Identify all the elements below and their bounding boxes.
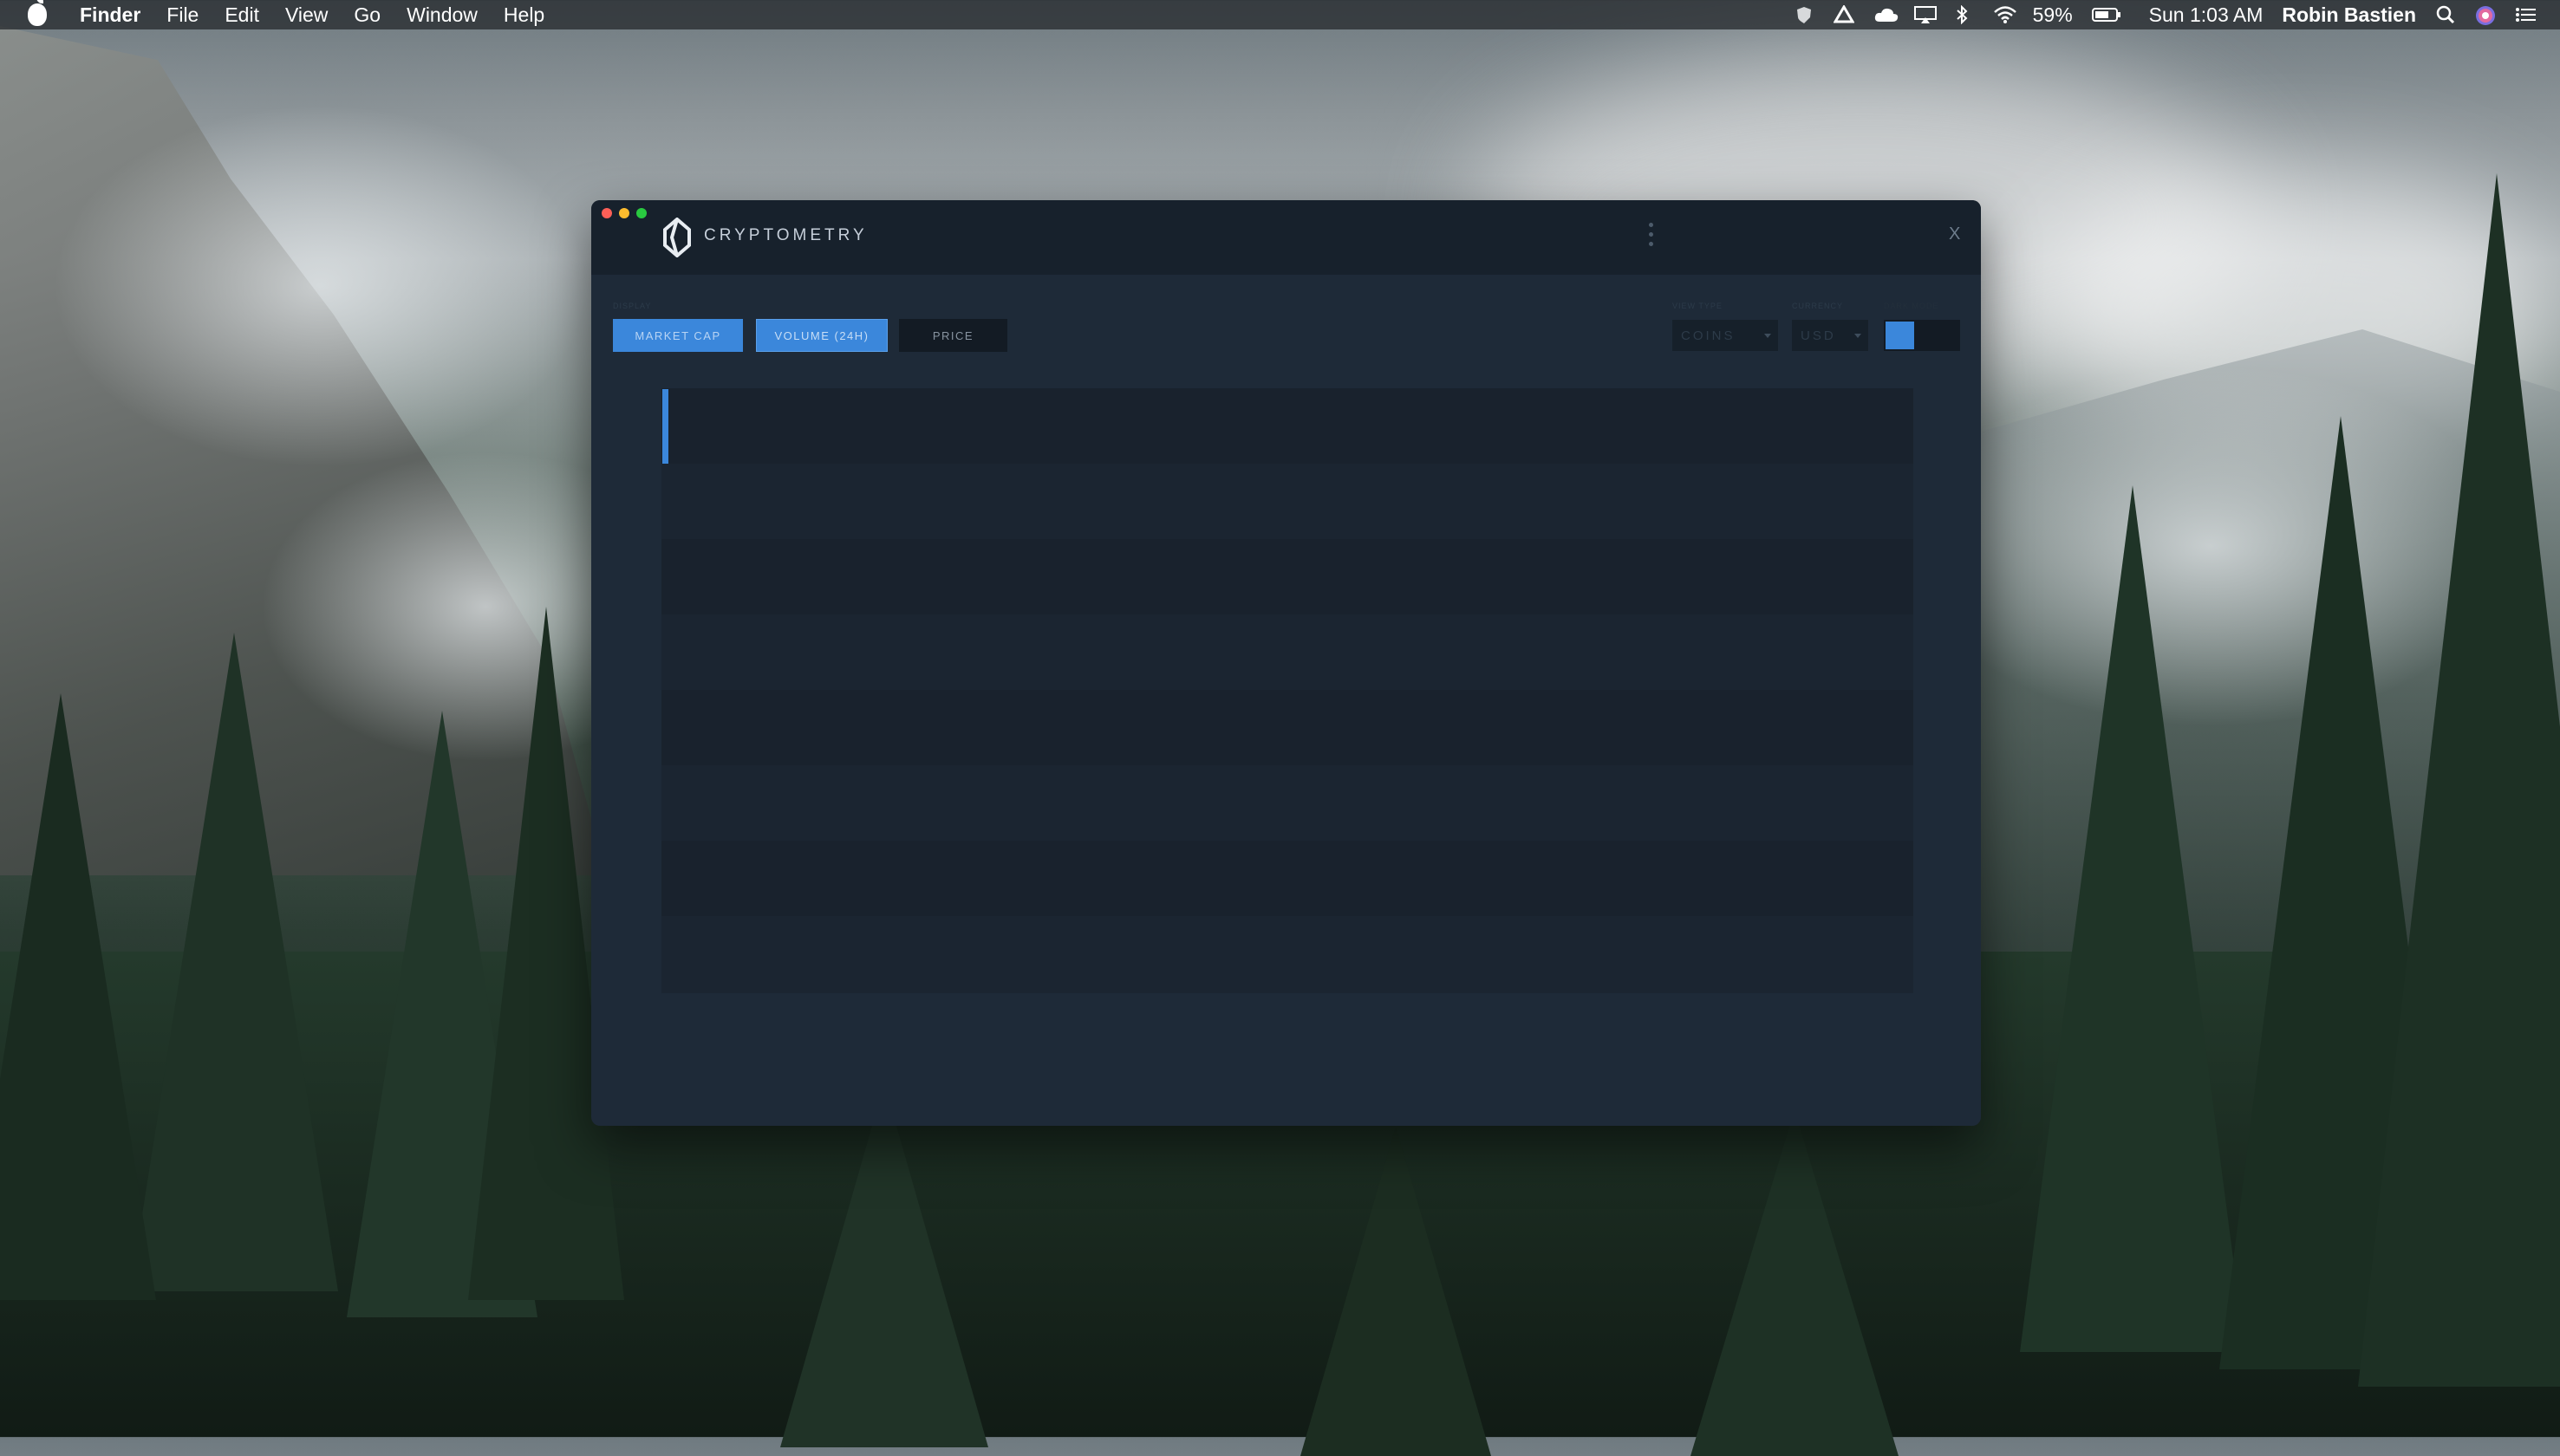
- display-label: DISPLAY: [613, 302, 652, 310]
- toggle-knob[interactable]: [1886, 322, 1914, 349]
- menu-go[interactable]: Go: [354, 3, 381, 27]
- list-item[interactable]: [661, 464, 1913, 539]
- close-app-button[interactable]: X: [1949, 224, 1960, 244]
- zoom-window-button[interactable]: [636, 208, 647, 218]
- title-bar[interactable]: CRYPTOMETRY X: [591, 200, 1981, 275]
- apple-menu-icon[interactable]: [28, 0, 47, 26]
- list-item[interactable]: [661, 539, 1913, 614]
- view-type-value: COINS: [1681, 328, 1736, 343]
- list-item[interactable]: [661, 841, 1913, 916]
- currency-value: USD: [1801, 328, 1836, 343]
- list-item[interactable]: [661, 765, 1913, 841]
- pine-tree: [780, 1083, 988, 1447]
- app-window: CRYPTOMETRY X DISPLAY MARKET CAP VOLUME …: [591, 200, 1981, 1126]
- antivirus-icon[interactable]: [1794, 5, 1814, 24]
- cloud-icon[interactable]: [1873, 5, 1898, 24]
- airplay-icon[interactable]: [1913, 5, 1937, 24]
- selection-indicator: [662, 389, 668, 464]
- list-item[interactable]: [661, 690, 1913, 765]
- menu-file[interactable]: File: [166, 3, 199, 27]
- view-type-label: VIEW TYPE: [1672, 302, 1723, 310]
- brand-title: CRYPTOMETRY: [704, 226, 868, 244]
- user-name[interactable]: Robin Bastien: [2282, 3, 2416, 27]
- market-cap-button[interactable]: MARKET CAP: [613, 319, 743, 352]
- currency-select[interactable]: USD: [1792, 320, 1868, 351]
- toggle-label: DARK MODE: [1884, 302, 1939, 310]
- chevron-down-icon: [1764, 334, 1771, 338]
- price-button[interactable]: PRICE: [899, 319, 1007, 352]
- pine-tree: [0, 693, 156, 1300]
- drive-icon[interactable]: [1833, 4, 1855, 24]
- chevron-down-icon: [1854, 334, 1861, 338]
- battery-icon[interactable]: [2091, 5, 2121, 24]
- pine-tree: [1690, 1109, 1899, 1456]
- currency-label: CURRENCY: [1792, 302, 1844, 310]
- fog: [52, 104, 590, 468]
- bluetooth-icon[interactable]: [1953, 4, 1974, 25]
- siri-icon[interactable]: [2475, 5, 2496, 25]
- menu-bar: Finder File Edit View Go Window Help 59%…: [0, 0, 2560, 29]
- view-type-select[interactable]: COINS: [1672, 320, 1778, 351]
- list-item[interactable]: [661, 614, 1913, 690]
- spotlight-icon[interactable]: [2435, 5, 2456, 24]
- menu-view[interactable]: View: [285, 3, 328, 27]
- more-options-icon[interactable]: [1647, 223, 1654, 254]
- close-window-button[interactable]: [602, 208, 612, 218]
- minimize-window-button[interactable]: [619, 208, 629, 218]
- list-item[interactable]: [661, 916, 1913, 993]
- pine-tree: [2020, 485, 2245, 1352]
- wifi-icon[interactable]: [1993, 5, 2016, 24]
- menu-help[interactable]: Help: [504, 3, 544, 27]
- mode-toggle[interactable]: [1884, 320, 1960, 351]
- menu-app-finder[interactable]: Finder: [80, 3, 140, 27]
- list-item[interactable]: [661, 388, 1913, 464]
- menu-edit[interactable]: Edit: [225, 3, 259, 27]
- menu-window[interactable]: Window: [407, 3, 478, 27]
- notification-center-icon[interactable]: [2515, 5, 2536, 24]
- pine-tree: [2358, 173, 2560, 1387]
- clock[interactable]: Sun 1:03 AM: [2149, 3, 2264, 27]
- volume-24h-button[interactable]: VOLUME (24H): [756, 319, 888, 352]
- chart-panel: [661, 388, 1913, 993]
- pine-tree: [1300, 1127, 1491, 1456]
- cryptometry-logo-icon: [661, 217, 693, 258]
- battery-percent: 59%: [2032, 3, 2073, 26]
- pine-tree: [130, 633, 338, 1291]
